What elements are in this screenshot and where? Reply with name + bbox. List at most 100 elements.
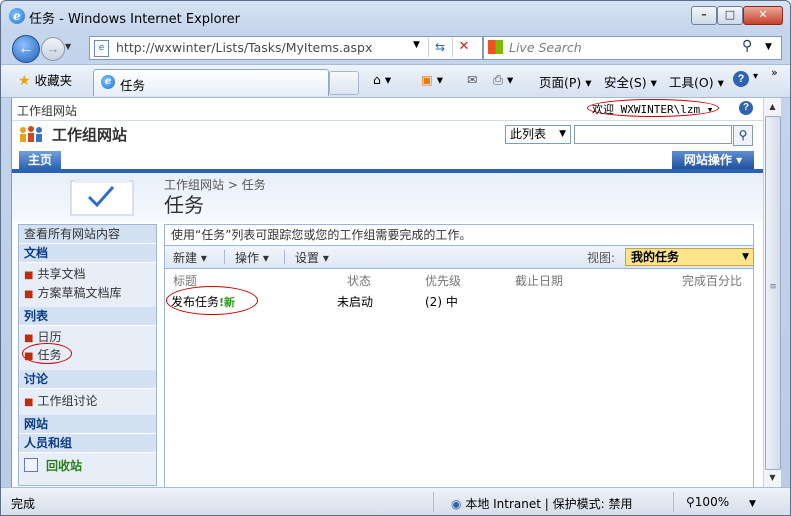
quick-launch: 查看所有网站内容 文档 ■ 共享文档 ■ 方案草稿文档库 列表 ■ 日历 ■ 任务 讨论…: [18, 224, 157, 486]
nav-item-label: 方案草稿文档库: [37, 286, 122, 300]
security-zone[interactable]: ◉ 本地 Intranet | 保护模式: 禁用: [451, 495, 633, 512]
nav-item-tasks[interactable]: ■ 任务: [24, 346, 61, 363]
column-header-status[interactable]: 状态: [347, 272, 371, 289]
actions-menu[interactable]: 操作 ▾: [235, 249, 269, 266]
welcome-label: 欢迎 WXWINTER\lzm: [592, 103, 701, 116]
minimize-button[interactable]: –: [691, 6, 717, 25]
address-dropdown-icon[interactable]: ▼: [413, 40, 420, 50]
stop-icon[interactable]: ✕: [452, 37, 475, 57]
nav-item-shared-docs[interactable]: ■ 共享文档: [24, 265, 85, 282]
site-search-icon[interactable]: ⚲: [733, 125, 753, 146]
scroll-up-icon[interactable]: ▲: [764, 98, 781, 115]
nav-item-team-discussion[interactable]: ■ 工作组讨论: [24, 392, 97, 409]
vertical-scrollbar[interactable]: ▲ ≡ ▼: [763, 98, 781, 487]
top-navigation: 主页 网站操作 ▾: [12, 149, 764, 173]
favorites-button[interactable]: ★ 收藏夹: [12, 70, 78, 92]
new-tab-button[interactable]: [329, 71, 359, 95]
view-all-content-link[interactable]: 查看所有网站内容: [19, 225, 156, 244]
history-dropdown-icon[interactable]: ▼: [65, 42, 71, 51]
live-search-box[interactable]: Live Search ⚲ ▼: [483, 36, 782, 60]
live-search-logo-icon: [488, 40, 503, 54]
address-input[interactable]: http://wxwinter/Lists/Tasks/MyItems.aspx: [116, 40, 372, 55]
page-menu-label: 页面(P): [539, 75, 582, 90]
close-button[interactable]: ✕: [743, 6, 783, 25]
scroll-thumb[interactable]: ≡: [765, 116, 781, 470]
mail-icon[interactable]: ✉: [467, 72, 477, 87]
nav-item-proposal-library[interactable]: ■ 方案草稿文档库: [24, 284, 121, 301]
table-row[interactable]: 发布任务!新: [171, 293, 235, 310]
chevron-down-icon[interactable]: ▾: [753, 71, 758, 82]
page-menu[interactable]: 页面(P) ▾: [539, 72, 592, 91]
search-input[interactable]: Live Search: [509, 40, 582, 55]
nav-heading-documents[interactable]: 文档: [19, 244, 156, 263]
status-divider: [673, 492, 674, 512]
view-select[interactable]: 我的任务 ▼: [625, 248, 754, 266]
print-icon[interactable]: ⎙ ▾: [493, 72, 513, 88]
zoom-icon: ⚲: [686, 495, 695, 509]
settings-menu-label: 设置: [295, 251, 320, 265]
nav-heading-discussions[interactable]: 讨论: [19, 370, 156, 389]
back-button[interactable]: ←: [12, 35, 40, 63]
sharepoint-title-row: 工作组网站 此列表 ▼ ⚲: [12, 121, 764, 147]
zoom-control[interactable]: ⚲100% ▼: [686, 495, 756, 509]
bullet-icon: ■: [24, 351, 34, 362]
safety-menu[interactable]: 安全(S) ▾: [604, 72, 657, 91]
new-menu-label: 新建: [173, 251, 198, 265]
sp-help-icon[interactable]: ?: [739, 101, 753, 115]
browser-window: e 任务 - Windows Internet Explorer – □ ✕ ←…: [0, 0, 791, 516]
site-actions-label: 网站操作: [683, 153, 732, 167]
column-header-priority[interactable]: 优先级: [425, 272, 461, 289]
task-list-webpart: 使用“任务”列表可跟踪您或您的工作组需要完成的工作。 新建 ▾ 操作 ▾ 设置 …: [164, 224, 754, 487]
site-people-logo-icon: [20, 126, 42, 142]
bullet-icon: ■: [24, 333, 34, 344]
rss-feed-icon[interactable]: ▣ ▾: [421, 72, 443, 87]
scroll-down-icon[interactable]: ▼: [764, 469, 781, 486]
help-icon[interactable]: ?: [733, 71, 749, 87]
view-label: 视图:: [587, 251, 616, 265]
nav-item-label: 工作组讨论: [37, 394, 98, 408]
site-search-input[interactable]: [574, 125, 732, 144]
safety-menu-label: 安全(S): [604, 75, 647, 90]
overflow-chevron-icon[interactable]: »: [771, 66, 778, 79]
tab-ie-icon: e: [101, 75, 115, 89]
site-link-small[interactable]: 工作组网站: [17, 102, 77, 119]
nav-heading-lists[interactable]: 列表: [19, 307, 156, 326]
recycle-bin-icon: [24, 458, 38, 472]
tools-menu[interactable]: 工具(O) ▾: [669, 72, 724, 91]
ie-logo-icon: e: [9, 8, 25, 24]
tab-home[interactable]: 主页: [19, 151, 61, 169]
security-zone-label: 本地 Intranet | 保护模式: 禁用: [465, 497, 633, 511]
nav-item-label: 共享文档: [37, 267, 86, 281]
forward-button[interactable]: →: [41, 37, 65, 61]
search-icon[interactable]: ⚲: [742, 38, 752, 54]
address-bar[interactable]: e http://wxwinter/Lists/Tasks/MyItems.as…: [89, 36, 483, 60]
tools-menu-label: 工具(O): [669, 75, 714, 90]
toolbar-divider: [284, 250, 285, 264]
maximize-button[interactable]: □: [717, 6, 743, 25]
search-scope-select[interactable]: 此列表 ▼: [505, 125, 571, 144]
new-menu[interactable]: 新建 ▾: [173, 249, 207, 266]
task-priority: (2) 中: [425, 295, 458, 309]
task-title-link[interactable]: 发布任务: [171, 295, 219, 309]
page-header: 工作组网站 > 任务 任务: [12, 173, 764, 222]
column-header-due-date[interactable]: 截止日期: [515, 272, 563, 289]
search-dropdown-icon[interactable]: ▼: [765, 42, 772, 52]
favorites-label: 收藏夹: [34, 73, 73, 88]
site-actions-menu[interactable]: 网站操作 ▾: [672, 151, 754, 169]
page-content: 工作组网站 欢迎 WXWINTER\lzm ▾ ? 工作组网站 此列表 ▼ ⚲ 主…: [11, 98, 764, 487]
settings-menu[interactable]: 设置 ▾: [295, 249, 329, 266]
column-header-percent-complete[interactable]: 完成百分比: [682, 272, 742, 289]
home-icon[interactable]: ⌂ ▾: [373, 72, 391, 87]
actions-menu-label: 操作: [235, 251, 260, 265]
status-divider: [433, 492, 434, 512]
zoom-dropdown-icon[interactable]: ▼: [749, 499, 756, 509]
nav-heading-sites[interactable]: 网站: [19, 415, 156, 434]
site-title[interactable]: 工作组网站: [52, 124, 127, 145]
welcome-menu[interactable]: 欢迎 WXWINTER\lzm ▾: [592, 101, 713, 117]
recycle-bin-link[interactable]: 回收站: [46, 457, 82, 474]
bullet-icon: ■: [24, 289, 34, 300]
browser-tab[interactable]: e 任务: [93, 69, 329, 96]
refresh-icon[interactable]: ⇆: [428, 37, 451, 57]
nav-heading-people-groups[interactable]: 人员和组: [19, 434, 156, 453]
status-bar: 完成 ◉ 本地 Intranet | 保护模式: 禁用 ⚲100% ▼: [1, 487, 790, 515]
